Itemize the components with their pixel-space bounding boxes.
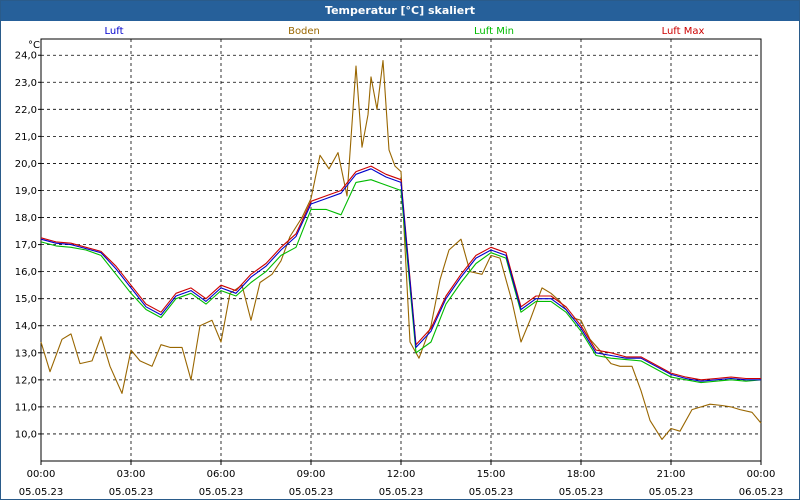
legend-item-boden: Boden	[288, 26, 320, 37]
x-tick-date: 05.05.23	[379, 487, 424, 498]
y-tick-label: 12,0	[15, 375, 37, 386]
x-tick-time: 00:00	[27, 469, 56, 480]
x-tick-date: 05.05.23	[199, 487, 244, 498]
y-tick-label: 23,0	[15, 78, 37, 89]
x-axis: 00:00 05.05.23 03:00 05.05.23 06:00 05.05.23 0…	[19, 461, 784, 498]
x-tick-date: 05.05.23	[19, 487, 64, 498]
y-tick-label: 19,0	[15, 186, 37, 197]
y-tick-label: 22,0	[15, 105, 37, 116]
x-tick-date: 06.05.23	[739, 487, 784, 498]
y-axis-unit: °C	[28, 40, 40, 51]
x-tick-time: 15:00	[477, 469, 506, 480]
y-tick-label: 14,0	[15, 321, 37, 332]
y-tick-label: 18,0	[15, 213, 37, 224]
x-tick-time: 12:00	[387, 469, 416, 480]
chart-window: Temperatur [°C] skaliert 10,0 11,0 12,0 13,…	[0, 0, 800, 500]
y-axis: 10,0 11,0 12,0 13,0 14,0 15,0 16,0 17,0 18,0 19,0…	[15, 51, 41, 440]
legend-item-luft-min: Luft Min	[474, 26, 514, 37]
y-tick-label: 15,0	[15, 294, 37, 305]
x-tick-time: 21:00	[657, 469, 686, 480]
x-tick-time: 00:00	[747, 469, 776, 480]
legend-item-luft-max: Luft Max	[662, 26, 705, 37]
y-tick-label: 21,0	[15, 132, 37, 143]
x-tick-date: 05.05.23	[289, 487, 334, 498]
x-tick-time: 03:00	[117, 469, 146, 480]
y-tick-label: 16,0	[15, 267, 37, 278]
y-tick-label: 24,0	[15, 51, 37, 62]
x-tick-time: 18:00	[567, 469, 596, 480]
x-tick-time: 09:00	[297, 469, 326, 480]
temperature-chart: 10,0 11,0 12,0 13,0 14,0 15,0 16,0 17,0 18,0 19,0…	[15, 26, 784, 498]
y-tick-label: 20,0	[15, 159, 37, 170]
x-tick-date: 05.05.23	[469, 487, 514, 498]
y-tick-label: 13,0	[15, 348, 37, 359]
x-tick-date: 05.05.23	[109, 487, 154, 498]
x-tick-time: 06:00	[207, 469, 236, 480]
y-tick-label: 17,0	[15, 240, 37, 251]
y-tick-label: 11,0	[15, 402, 37, 413]
legend: Luft Boden Luft Min Luft Max	[105, 26, 705, 37]
legend-item-luft: Luft	[105, 26, 124, 37]
y-tick-label: 10,0	[15, 429, 37, 440]
x-tick-date: 05.05.23	[559, 487, 604, 498]
x-tick-date: 05.05.23	[649, 487, 694, 498]
